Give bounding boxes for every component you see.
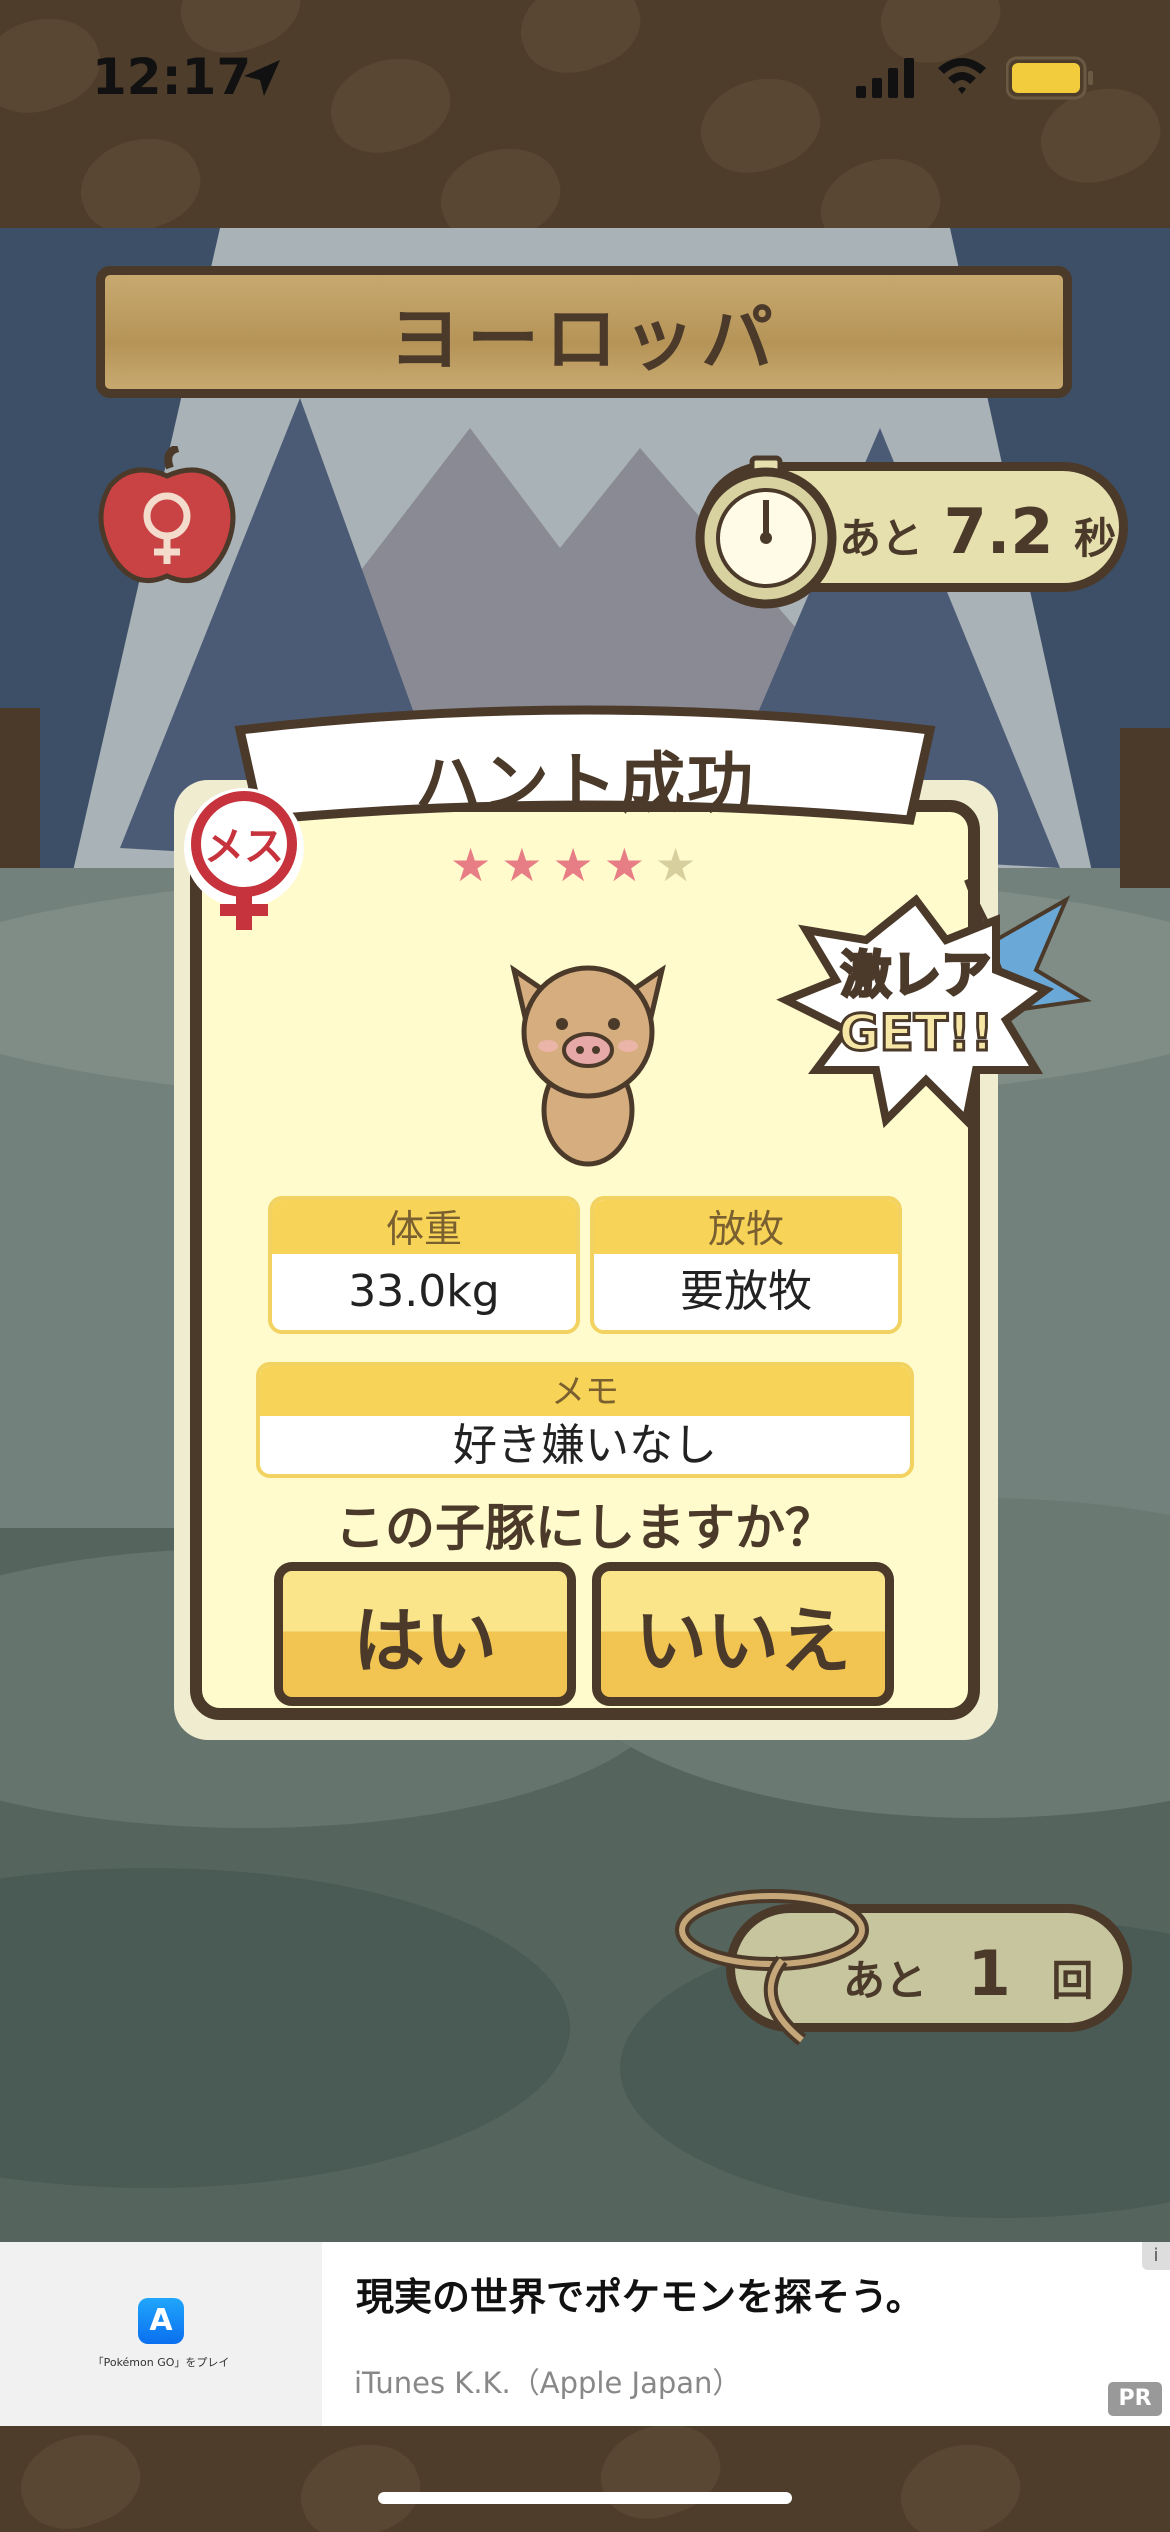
lasso-icon (675, 1889, 869, 2046)
ad-title[interactable]: 現実の世界でポケモンを探そう。 (356, 2266, 924, 2321)
home-indicator[interactable] (378, 2492, 792, 2504)
stopwatch-icon (695, 455, 837, 609)
female-badge-icon: メス (184, 788, 304, 930)
memo-value: 好き嫌いなし (453, 1420, 717, 1471)
time-unit: 秒 (1074, 514, 1117, 563)
region-title: ヨーロッパ (388, 296, 779, 381)
pasture-value: 要放牧 (680, 1266, 812, 1317)
ad-banner[interactable]: A 「Pokémon GO」をプレイ 現実の世界でポケモンを探そう。 iTune… (0, 2242, 1170, 2426)
rarity-stars: ★★★★★ (450, 838, 706, 892)
piglet-icon (510, 964, 666, 1167)
result-title: ハント成功 (415, 745, 755, 822)
location-arrow-icon (244, 60, 280, 96)
cellular-signal-icon (856, 58, 914, 98)
female-badge-text: メス (204, 824, 284, 870)
app-store-icon: A (138, 2298, 184, 2344)
memo-label: メモ (260, 1366, 910, 1416)
star-filled-icon: ★ (603, 838, 655, 892)
rare-badge-line2: GET!! (839, 1004, 994, 1062)
time-prefix: あと (839, 514, 924, 563)
star-filled-icon: ★ (501, 838, 553, 892)
star-filled-icon: ★ (450, 838, 502, 892)
weight-label: 体重 (272, 1200, 576, 1254)
tries-value: 1 (967, 1937, 1011, 2010)
tries-remaining-text: あと 1 回 (843, 1937, 1093, 2010)
no-button[interactable]: いいえ (592, 1562, 894, 1706)
pr-badge: PR (1108, 2382, 1162, 2416)
wifi-icon (938, 58, 986, 94)
pasture-box: 放牧 要放牧 (590, 1196, 902, 1334)
top-pattern-bar (0, 0, 1170, 228)
status-time: 12:17 (92, 48, 252, 106)
ad-subtitle: iTunes K.K.（Apple Japan） (354, 2366, 742, 2400)
tries-unit: 回 (1051, 1956, 1094, 2005)
ad-small-caption: 「Pokémon GO」をプレイ (92, 2356, 230, 2369)
rare-badge-line1: 激レア (841, 946, 991, 1004)
confirm-question: この子豚にしますか？ (335, 1499, 835, 1557)
region-sign: ヨーロッパ (96, 266, 1072, 398)
memo-box: メモ 好き嫌いなし (256, 1362, 914, 1478)
female-apple-icon (98, 446, 236, 583)
bottom-pattern-bar (0, 2426, 1170, 2532)
yes-button[interactable]: はい (274, 1562, 576, 1706)
star-empty-icon: ★ (655, 838, 707, 892)
ad-info-icon[interactable]: i (1142, 2242, 1170, 2270)
weight-value: 33.0kg (348, 1266, 500, 1317)
time-value: 7.2 (943, 495, 1054, 568)
star-filled-icon: ★ (552, 838, 604, 892)
weight-box: 体重 33.0kg (268, 1196, 580, 1334)
time-remaining-text: あと 7.2 秒 (839, 495, 1116, 568)
battery-icon (1006, 56, 1093, 100)
super-rare-badge: 激レア GET!! (776, 879, 1092, 1129)
pasture-label: 放牧 (594, 1200, 898, 1254)
ad-app-panel[interactable]: A 「Pokémon GO」をプレイ (0, 2242, 322, 2426)
